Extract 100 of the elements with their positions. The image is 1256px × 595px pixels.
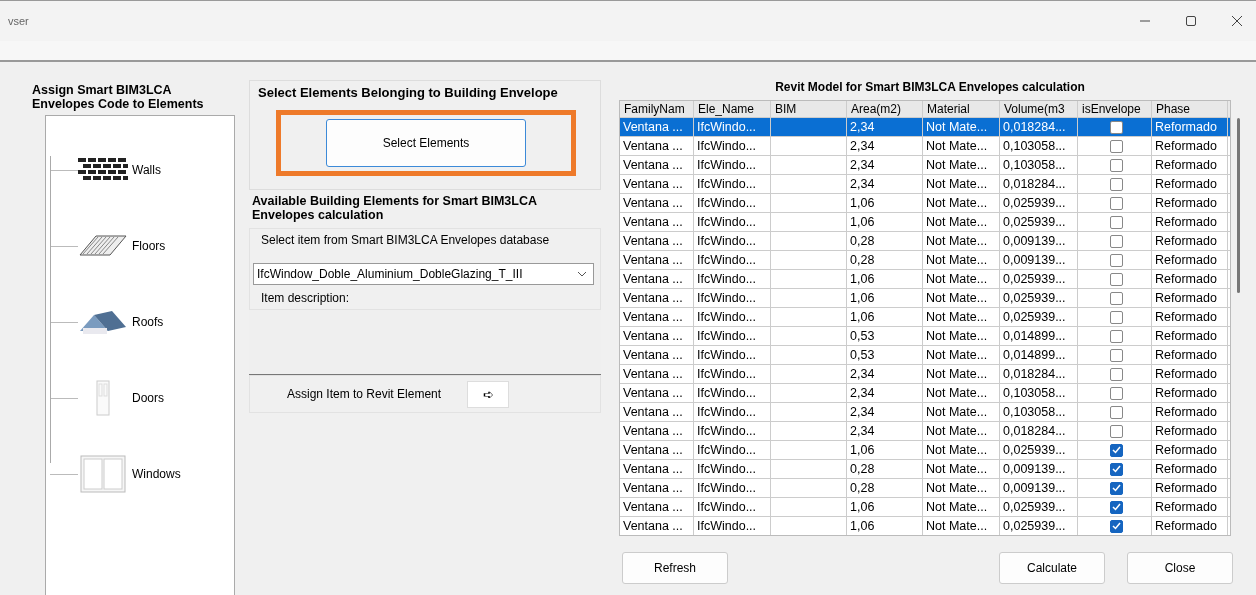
table-row[interactable]: Ventana ... IfcWindo... 1,06 Not Mate... 0,025939... Reformado [620, 288, 1230, 307]
tree-item[interactable]: Walls [46, 132, 196, 208]
table-cell: IfcWindo... [694, 384, 771, 402]
table-cell: Reformado [1152, 232, 1228, 250]
table-cell: Reformado [1152, 251, 1228, 269]
checkbox[interactable] [1109, 272, 1123, 286]
table-row[interactable]: Ventana ... IfcWindo... 1,06 Not Mate... 0,025939... Reformado [620, 269, 1230, 288]
checkbox[interactable] [1109, 196, 1123, 210]
maximize-icon[interactable] [1186, 16, 1196, 26]
table-row[interactable]: Ventana ... IfcWindo... 0,28 Not Mate... 0,009139... Reformado [620, 250, 1230, 269]
checkbox[interactable] [1109, 386, 1123, 400]
table-cell: Ventana ... [620, 118, 694, 136]
table-cell: 0,009139... [1000, 232, 1078, 250]
table-cell: 0,025939... [1000, 213, 1078, 231]
table-row[interactable]: Ventana ... IfcWindo... 2,34 Not Mate... 0,103058... Reformado [620, 383, 1230, 402]
table-row[interactable]: Ventana ... IfcWindo... 0,28 Not Mate... 0,009139... Reformado [620, 459, 1230, 478]
checkbox[interactable] [1109, 310, 1123, 324]
close-button[interactable]: Close [1127, 552, 1233, 584]
table-cell: Ventana ... [620, 137, 694, 155]
calculate-button[interactable]: Calculate [999, 552, 1105, 584]
checkbox[interactable] [1109, 462, 1123, 476]
table-row[interactable]: Ventana ... IfcWindo... 2,34 Not Mate... 0,103058... Reformado [620, 155, 1230, 174]
checkbox[interactable] [1109, 234, 1123, 248]
table-cell: 1,06 [847, 194, 923, 212]
checkbox[interactable] [1109, 500, 1123, 514]
table-cell: 2,34 [847, 118, 923, 136]
refresh-button[interactable]: Refresh [622, 552, 728, 584]
table-cell: IfcWindo... [694, 479, 771, 497]
table-cell: 0,014899... [1000, 346, 1078, 364]
table-cell: 2,34 [847, 156, 923, 174]
checkbox[interactable] [1109, 120, 1123, 134]
checkbox[interactable] [1109, 253, 1123, 267]
table-row[interactable]: Ventana ... IfcWindo... 2,34 Not Mate... 0,018284... Reformado [620, 364, 1230, 383]
checkbox[interactable] [1109, 158, 1123, 172]
table-cell: Reformado [1152, 365, 1228, 383]
table-cell: Reformado [1152, 156, 1228, 174]
checkbox[interactable] [1109, 405, 1123, 419]
table-row[interactable]: Ventana ... IfcWindo... 0,53 Not Mate... 0,014899... Reformado [620, 326, 1230, 345]
table-row[interactable]: Ventana ... IfcWindo... 1,06 Not Mate... 0,025939... Reformado [620, 497, 1230, 516]
checkbox[interactable] [1109, 329, 1123, 343]
table-cell: Ventana ... [620, 289, 694, 307]
table-cell: 0,28 [847, 479, 923, 497]
checkbox[interactable] [1109, 177, 1123, 191]
table-cell: Reformado [1152, 346, 1228, 364]
checkbox[interactable] [1109, 443, 1123, 457]
table-cell: IfcWindo... [694, 194, 771, 212]
table-row[interactable]: Ventana ... IfcWindo... 2,34 Not Mate... 0,018284... Reformado [620, 174, 1230, 193]
table-row[interactable]: Ventana ... IfcWindo... 1,06 Not Mate... 0,025939... Reformado [620, 516, 1230, 535]
table-cell: 0,025939... [1000, 289, 1078, 307]
table-cell: IfcWindo... [694, 137, 771, 155]
tree-item[interactable]: Doors [46, 360, 196, 436]
table-row[interactable]: Ventana ... IfcWindo... 0,28 Not Mate... 0,009139... Reformado [620, 478, 1230, 497]
checkbox[interactable] [1109, 348, 1123, 362]
window-title: vser [8, 15, 29, 27]
table-row[interactable]: Ventana ... IfcWindo... 0,53 Not Mate... 0,014899... Reformado [620, 345, 1230, 364]
table-cell: Reformado [1152, 270, 1228, 288]
checkbox[interactable] [1109, 367, 1123, 381]
table-cell: 0,103058... [1000, 403, 1078, 421]
table-row[interactable]: Ventana ... IfcWindo... 1,06 Not Mate... 0,025939... Reformado [620, 440, 1230, 459]
table-row[interactable]: Ventana ... IfcWindo... 2,34 Not Mate... 0,103058... Reformado [620, 136, 1230, 155]
select-elements-button[interactable]: Select Elements [326, 119, 526, 167]
table-cell: IfcWindo... [694, 156, 771, 174]
table-cell: Reformado [1152, 327, 1228, 345]
table-cell: IfcWindo... [694, 365, 771, 383]
checkbox[interactable] [1109, 139, 1123, 153]
table-cell: IfcWindo... [694, 498, 771, 516]
table-row[interactable]: Ventana ... IfcWindo... 0,28 Not Mate... 0,009139... Reformado [620, 231, 1230, 250]
table-row[interactable]: Ventana ... IfcWindo... 1,06 Not Mate... 0,025939... Reformado [620, 307, 1230, 326]
assign-button[interactable]: ➪ [467, 380, 510, 408]
floor-slab-icon [78, 233, 128, 259]
window-icon [78, 454, 128, 494]
checkbox[interactable] [1109, 519, 1123, 533]
tree-item[interactable]: Roofs [46, 284, 196, 360]
tree-item[interactable]: Windows [46, 436, 196, 512]
checkbox[interactable] [1109, 424, 1123, 438]
table-cell: Ventana ... [620, 479, 694, 497]
table-cell: Reformado [1152, 289, 1228, 307]
item-dropdown[interactable]: IfcWindow_Doble_Aluminium_DobleGlazing_T_III [253, 263, 594, 285]
table-row[interactable]: Ventana ... IfcWindo... 1,06 Not Mate... 0,025939... Reformado [620, 212, 1230, 231]
section-title: Available Building Elements for Smart BIM3LCA Envelopes calculation [252, 194, 538, 222]
table-row[interactable]: Ventana ... IfcWindo... 1,06 Not Mate... 0,025939... Reformado [620, 193, 1230, 212]
tree-item[interactable]: Floors [46, 208, 196, 284]
table-row[interactable]: Ventana ... IfcWindo... 2,34 Not Mate... 0,018284... Reformado [620, 117, 1230, 136]
table-cell: IfcWindo... [694, 175, 771, 193]
table-cell: Reformado [1152, 479, 1228, 497]
close-icon[interactable] [1232, 16, 1242, 26]
table-cell: 0,025939... [1000, 498, 1078, 516]
checkbox[interactable] [1109, 291, 1123, 305]
table-row[interactable]: Ventana ... IfcWindo... 2,34 Not Mate... 0,018284... Reformado [620, 421, 1230, 440]
scrollbar[interactable] [1237, 118, 1240, 293]
table-cell: IfcWindo... [694, 327, 771, 345]
field-label: Item description: [261, 291, 351, 305]
table-cell: IfcWindo... [694, 460, 771, 478]
table-cell: 0,103058... [1000, 384, 1078, 402]
checkbox[interactable] [1109, 215, 1123, 229]
table-cell: 2,34 [847, 403, 923, 421]
table-row[interactable]: Ventana ... IfcWindo... 2,34 Not Mate... 0,103058... Reformado [620, 402, 1230, 421]
checkbox[interactable] [1109, 481, 1123, 495]
table-cell: Not Mate... [923, 118, 1000, 136]
table-cell: Not Mate... [923, 498, 1000, 516]
